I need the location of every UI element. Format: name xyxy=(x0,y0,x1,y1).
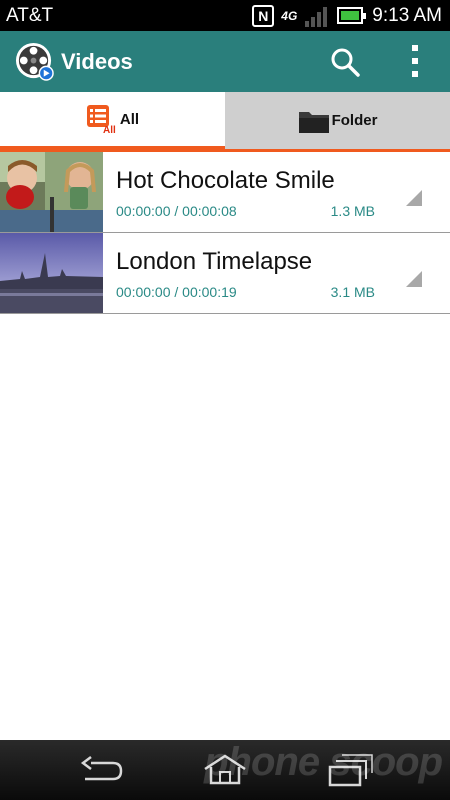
nfc-icon: N xyxy=(252,4,275,27)
network-type-label: 4G xyxy=(281,8,298,23)
video-list-item[interactable]: London Timelapse 00:00:00 / 00:00:19 3.1… xyxy=(0,233,450,314)
tab-all[interactable]: All All xyxy=(0,92,225,152)
folder-icon xyxy=(298,111,329,133)
video-list: Hot Chocolate Smile 00:00:00 / 00:00:08 … xyxy=(0,152,450,314)
signal-icon xyxy=(305,6,328,27)
tab-all-label: All xyxy=(119,110,140,128)
clock: 9:13 AM xyxy=(372,4,442,26)
item-menu-indicator-icon[interactable] xyxy=(406,190,422,206)
app-bar: Videos xyxy=(0,31,450,92)
videos-app-icon xyxy=(15,42,54,81)
list-all-badge: All xyxy=(103,125,116,134)
page-title: Videos xyxy=(61,49,133,74)
item-menu-indicator-icon[interactable] xyxy=(406,271,422,287)
video-title: Hot Chocolate Smile xyxy=(116,167,335,194)
video-file-size: 1.3 MB xyxy=(330,203,375,219)
video-duration: 00:00:00 / 00:00:08 xyxy=(116,203,237,219)
video-title: London Timelapse xyxy=(116,248,313,275)
video-duration: 00:00:00 / 00:00:19 xyxy=(116,284,237,300)
search-icon[interactable] xyxy=(328,45,362,79)
watermark: phone scoop xyxy=(204,740,443,784)
video-file-size: 3.1 MB xyxy=(330,284,375,300)
carrier-label: AT&T xyxy=(6,5,54,26)
view-tabs: All All Folder xyxy=(0,92,450,152)
tab-folder[interactable]: Folder xyxy=(225,92,450,152)
system-nav-bar: phone scoop xyxy=(0,740,450,800)
tab-folder-label: Folder xyxy=(331,112,378,129)
back-icon[interactable] xyxy=(77,753,125,787)
list-all-icon: All xyxy=(86,105,116,134)
video-thumbnail xyxy=(0,152,103,232)
battery-icon xyxy=(337,7,367,24)
overflow-menu-icon[interactable] xyxy=(404,43,426,79)
video-list-item[interactable]: Hot Chocolate Smile 00:00:00 / 00:00:08 … xyxy=(0,152,450,233)
status-bar: AT&T N 4G 9:13 AM xyxy=(0,0,450,31)
video-thumbnail xyxy=(0,233,103,313)
